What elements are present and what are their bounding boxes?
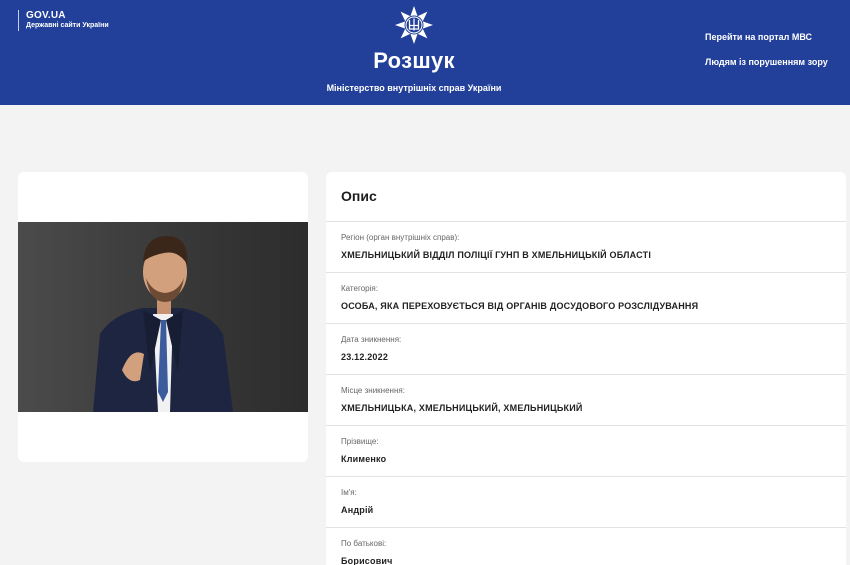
field-value: ХМЕЛЬНИЦЬКИЙ ВІДДІЛ ПОЛІЦІЇ ГУНП В ХМЕЛЬ… <box>341 250 652 260</box>
page-title: Розшук <box>373 48 455 73</box>
field-value: Андрій <box>341 505 374 515</box>
description-card: Опис Регіон (орган внутрішніх справ): ХМ… <box>326 172 846 565</box>
field-label: Регіон (орган внутрішніх справ): <box>341 233 460 242</box>
gov-ua-title: GOV.UA <box>26 10 66 21</box>
field-value: Клименко <box>341 454 387 464</box>
portal-link[interactable]: Перейти на портал МВС <box>705 32 812 42</box>
field-category: Категорія: ОСОБА, ЯКА ПЕРЕХОВУЄТЬСЯ ВІД … <box>326 273 846 324</box>
field-disappearance-place: Місце зникнення: ХМЕЛЬНИЦЬКА, ХМЕЛЬНИЦЬК… <box>326 375 846 426</box>
field-region: Регіон (орган внутрішніх справ): ХМЕЛЬНИ… <box>326 222 846 273</box>
field-value: 23.12.2022 <box>341 352 389 362</box>
gov-ua-subtitle: Державні сайти України <box>26 22 109 29</box>
description-fields: Регіон (орган внутрішніх справ): ХМЕЛЬНИ… <box>326 222 846 565</box>
police-star-trident-icon[interactable] <box>394 5 434 45</box>
gov-ua-link[interactable]: GOV.UA Державні сайти України <box>18 10 109 31</box>
field-label: Місце зникнення: <box>341 386 405 395</box>
field-first-name: Ім'я: Андрій <box>326 477 846 528</box>
field-disappearance-date: Дата зникнення: 23.12.2022 <box>326 324 846 375</box>
field-surname: Прізвище: Клименко <box>326 426 846 477</box>
field-patronymic: По батькові: Борисович <box>326 528 846 565</box>
accessibility-link[interactable]: Людям із порушенням зору <box>705 57 828 67</box>
ministry-subtitle: Міністерство внутрішніх справ України <box>326 83 502 93</box>
field-value: ОСОБА, ЯКА ПЕРЕХОВУЄТЬСЯ ВІД ОРГАНІВ ДОС… <box>341 301 699 311</box>
field-value: ХМЕЛЬНИЦЬКА, ХМЕЛЬНИЦЬКИЙ, ХМЕЛЬНИЦЬКИЙ <box>341 403 583 413</box>
field-value: Борисович <box>341 556 393 565</box>
field-label: Дата зникнення: <box>341 335 402 344</box>
field-label: Ім'я: <box>341 488 357 497</box>
person-photo <box>18 222 308 412</box>
photo-card <box>18 172 308 462</box>
site-header: GOV.UA Державні сайти України Розшук Мін… <box>0 0 850 105</box>
field-label: Прізвище: <box>341 437 379 446</box>
description-title: Опис <box>341 188 377 204</box>
field-label: По батькові: <box>341 539 387 548</box>
field-label: Категорія: <box>341 284 378 293</box>
